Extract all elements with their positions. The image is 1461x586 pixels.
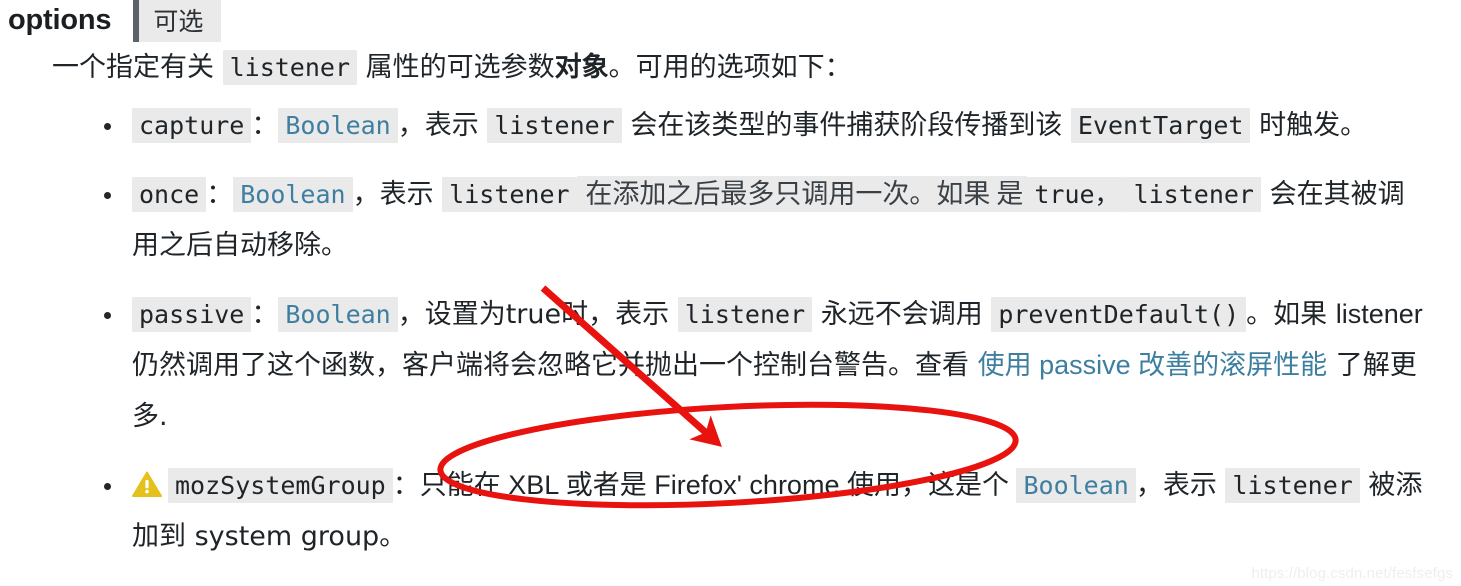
inline-code-listener: listener [487, 108, 622, 143]
intro-paragraph: 一个指定有关 listener 属性的可选参数对象。可用的选项如下： [52, 48, 852, 88]
inline-code-eventtarget: EventTarget [1070, 108, 1251, 143]
option-name-capture: capture [132, 108, 252, 143]
inline-code-listener: listener [677, 297, 813, 332]
option-desc-text: ，表示 [1135, 470, 1226, 501]
option-desc-text: 表示 [379, 179, 443, 210]
inline-code-listener: listener [1225, 468, 1360, 503]
highlighted-text: 是 [992, 176, 1028, 212]
option-type-link-boolean[interactable]: Boolean [233, 177, 353, 212]
intro-text-after: 属性的可选参数 [357, 52, 555, 83]
passive-scroll-performance-link[interactable]: 使用 passive 改善的滚屏性能 [978, 350, 1328, 380]
status-badge-label: 可选 [153, 6, 204, 36]
inline-code-listener: listener [222, 50, 358, 85]
option-desc-text: 时触发。 [1250, 110, 1368, 141]
list-item-mozsystemgroup: mozSystemGroup ：只能在 XBL 或者是 Firefox' chro… [96, 460, 1426, 562]
option-desc-text: 设置为true时，表示 [424, 299, 678, 330]
inline-code-true: true， [1027, 177, 1127, 212]
page-root: options 可选 一个指定有关 listener 属性的可选参数对象。可用的… [0, 0, 1461, 586]
warning-triangle-icon [132, 464, 162, 497]
intro-bold-object: 对象 [554, 52, 609, 83]
option-separator: ： [206, 179, 234, 210]
options-list: capture： Boolean ，表示 listener 会在该类型的事件捕获阶段… [96, 100, 1426, 580]
option-name-passive: passive [132, 297, 252, 332]
inline-code-listener: listener [442, 177, 577, 212]
option-separator: ： [251, 299, 279, 330]
option-comma: ， [397, 299, 425, 330]
option-type-link-boolean[interactable]: Boolean [278, 108, 398, 143]
status-badge: 可选 [133, 0, 222, 42]
watermark-url: https://blog.csdn.net/fesfsefgs [1251, 565, 1453, 582]
highlighted-text: 在添加之后最多只调用一次。如果 [576, 176, 993, 212]
option-desc-text: 会在该类型的事件捕获阶段传播到该 [621, 110, 1071, 141]
term-header: options 可选 [8, 0, 222, 44]
option-separator: ： [392, 470, 420, 501]
option-separator: ： [251, 110, 279, 141]
list-item-passive: passive： Boolean ，设置为true时，表示 listener 永远不… [96, 289, 1426, 442]
inline-code-listener: listener [1126, 177, 1261, 212]
option-name-once: once [132, 177, 207, 212]
option-desc-text: 仍然调用了这个函数，客户端将会忽略它并抛出一个控制台警告。查看 [132, 350, 978, 381]
list-item-capture: capture： Boolean ，表示 listener 会在该类型的事件捕获阶段… [96, 100, 1426, 151]
option-name-mozsystemgroup: mozSystemGroup [168, 468, 393, 503]
list-item-once: once： Boolean ，表示 listener 在添加之后最多只调用一次。如果… [96, 169, 1426, 271]
option-type-link-boolean[interactable]: Boolean [278, 297, 398, 332]
option-desc-text: 只能在 XBL 或者是 Firefox' chrome 使用，这是个 [419, 470, 1017, 500]
option-desc-text: 表示 [424, 110, 488, 141]
intro-text-tail: 。可用的选项如下： [608, 52, 852, 83]
intro-text-before: 一个指定有关 [52, 52, 223, 83]
option-desc-text: 。如果 [1246, 299, 1336, 330]
inline-code-preventdefault: preventDefault() [991, 297, 1247, 332]
page-title: options [8, 4, 112, 36]
option-comma: ， [352, 179, 380, 210]
plain-text-listener: listener [1335, 299, 1423, 329]
option-comma: ， [397, 110, 425, 141]
option-type-link-boolean[interactable]: Boolean [1016, 468, 1136, 503]
option-desc-text: 永远不会调用 [812, 299, 992, 330]
